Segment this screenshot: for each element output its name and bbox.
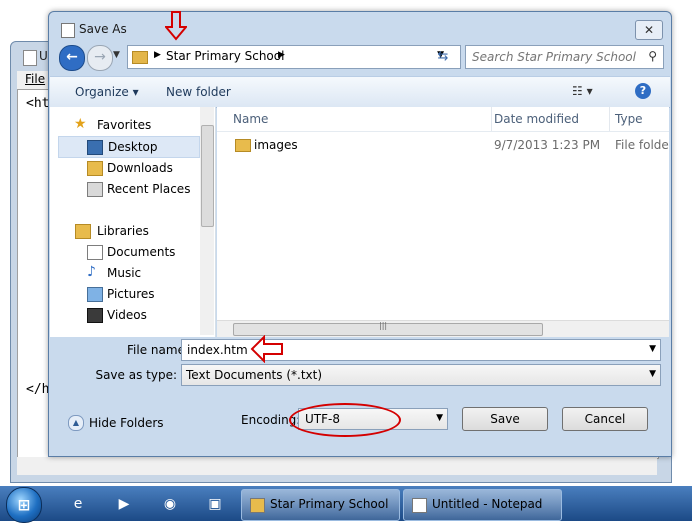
folder-icon bbox=[250, 498, 265, 513]
save-as-type-label: Save as type: bbox=[95, 368, 177, 382]
notepad-icon bbox=[23, 50, 37, 66]
scrollbar-thumb[interactable] bbox=[201, 125, 214, 227]
annotation-arrow-down-icon bbox=[165, 11, 187, 41]
nav-label: Downloads bbox=[107, 161, 173, 175]
command-bar: Organize ▾ New folder ☷ ▾ ? bbox=[50, 76, 670, 108]
search-box[interactable]: ⚲ bbox=[465, 45, 664, 69]
dialog-title: Save As bbox=[79, 22, 127, 36]
chevron-down-icon[interactable]: ▼ bbox=[649, 369, 656, 379]
organize-button[interactable]: Organize ▾ bbox=[75, 85, 139, 99]
libraries-icon bbox=[75, 224, 91, 239]
internet-explorer-icon[interactable]: e bbox=[68, 494, 88, 514]
address-bar[interactable]: ▶ Star Primary School ▶ ▼ bbox=[127, 45, 461, 69]
documents-icon bbox=[87, 245, 103, 260]
nav-videos[interactable]: Videos bbox=[50, 305, 200, 325]
save-as-type-select[interactable]: Text Documents (*.txt) ▼ bbox=[181, 364, 661, 386]
breadcrumb-chevron-icon[interactable]: ▶ bbox=[154, 50, 161, 60]
new-folder-button[interactable]: New folder bbox=[166, 85, 231, 99]
list-item[interactable]: images 9/7/2013 1:23 PM File folder bbox=[217, 135, 669, 155]
nav-label: Documents bbox=[107, 245, 176, 259]
text-line: </h bbox=[26, 382, 50, 397]
nav-label: Libraries bbox=[97, 224, 149, 238]
nav-label: Videos bbox=[107, 308, 147, 322]
task-label: Untitled - Notepad bbox=[432, 497, 543, 511]
scrollbar-grip-icon: ||| bbox=[379, 321, 388, 330]
dialog-icon bbox=[61, 23, 75, 38]
save-as-type-value: Text Documents (*.txt) bbox=[186, 368, 323, 382]
notepad-title: U bbox=[39, 49, 48, 63]
notepad-horizontal-scrollbar[interactable] bbox=[17, 457, 657, 475]
chrome-icon[interactable]: ◉ bbox=[160, 494, 180, 514]
breadcrumb-chevron-icon[interactable]: ▶ bbox=[278, 50, 285, 60]
view-options-icon[interactable]: ☷ ▾ bbox=[572, 84, 593, 98]
music-icon: ♪ bbox=[87, 264, 96, 280]
file-name: images bbox=[254, 138, 298, 152]
nav-label: Desktop bbox=[108, 140, 158, 154]
star-icon: ★ bbox=[74, 116, 87, 132]
file-type: File folder bbox=[615, 138, 669, 152]
breadcrumb-star-primary-school[interactable]: Star Primary School bbox=[166, 49, 284, 63]
file-list-horizontal-scrollbar[interactable]: ||| bbox=[217, 320, 669, 337]
hide-folders-button[interactable]: Hide Folders bbox=[89, 416, 164, 430]
save-as-dialog: Save As ✕ ← → ▼ ▶ Star Primary School ▶ … bbox=[48, 11, 672, 457]
nav-desktop[interactable]: Desktop bbox=[58, 136, 200, 158]
nav-music[interactable]: ♪ Music bbox=[50, 263, 200, 283]
media-player-icon[interactable]: ▶ bbox=[114, 494, 134, 514]
back-arrow-icon[interactable]: ← bbox=[59, 45, 85, 71]
downloads-folder-icon bbox=[87, 161, 103, 176]
save-button[interactable]: Save bbox=[462, 407, 548, 431]
cancel-button[interactable]: Cancel bbox=[562, 407, 648, 431]
text-line: <ht bbox=[26, 96, 50, 111]
generic-app-icon[interactable]: ▣ bbox=[205, 494, 225, 514]
desktop-icon bbox=[87, 140, 103, 155]
nav-documents[interactable]: Documents bbox=[50, 242, 200, 262]
nav-pane-scrollbar[interactable] bbox=[200, 107, 214, 335]
file-name-label: File name: bbox=[127, 343, 189, 357]
recent-pages-chevron-icon[interactable]: ▼ bbox=[113, 50, 120, 60]
folder-icon bbox=[235, 139, 251, 152]
task-label: Star Primary School bbox=[270, 497, 389, 511]
column-header-type[interactable]: Type bbox=[615, 107, 669, 131]
nav-libraries[interactable]: Libraries bbox=[50, 221, 200, 241]
chevron-down-icon[interactable]: ▼ bbox=[649, 344, 656, 354]
annotation-ellipse bbox=[289, 403, 401, 437]
file-date: 9/7/2013 1:23 PM bbox=[494, 138, 601, 152]
column-header-date[interactable]: Date modified bbox=[494, 107, 610, 131]
task-star-primary-school[interactable]: Star Primary School bbox=[241, 489, 400, 521]
notepad-icon bbox=[412, 498, 427, 513]
search-input[interactable] bbox=[470, 48, 642, 66]
taskbar: ⊞ e ▶ ◉ ▣ Star Primary School Untitled -… bbox=[0, 486, 692, 523]
videos-icon bbox=[87, 308, 103, 323]
chevron-down-icon[interactable]: ▼ bbox=[436, 413, 443, 423]
task-untitled-notepad[interactable]: Untitled - Notepad bbox=[403, 489, 562, 521]
help-icon[interactable]: ? bbox=[635, 83, 651, 99]
nav-recent-places[interactable]: Recent Places bbox=[50, 179, 200, 199]
nav-downloads[interactable]: Downloads bbox=[50, 158, 200, 178]
nav-label: Recent Places bbox=[107, 182, 191, 196]
forward-arrow-icon[interactable]: → bbox=[87, 45, 113, 71]
nav-label: Music bbox=[107, 266, 142, 280]
column-header-name[interactable]: Name bbox=[233, 107, 492, 131]
navigation-pane: ★ Favorites Desktop Downloads Recent Pla… bbox=[50, 107, 216, 337]
nav-label: Favorites bbox=[97, 118, 152, 132]
nav-pictures[interactable]: Pictures bbox=[50, 284, 200, 304]
nav-label: Pictures bbox=[107, 287, 155, 301]
search-icon[interactable]: ⚲ bbox=[648, 49, 657, 63]
menu-file[interactable]: File bbox=[25, 72, 45, 86]
folder-icon bbox=[132, 51, 148, 64]
column-header-row: Name Date modified Type bbox=[217, 107, 669, 132]
annotation-arrow-left-icon bbox=[250, 335, 283, 363]
pictures-icon bbox=[87, 287, 103, 302]
refresh-icon[interactable]: ⇆ bbox=[434, 48, 452, 66]
start-button[interactable]: ⊞ bbox=[6, 487, 42, 523]
recent-places-icon bbox=[87, 182, 103, 197]
nav-favorites[interactable]: ★ Favorites bbox=[50, 115, 200, 135]
file-list: Name Date modified Type images 9/7/2013 … bbox=[217, 107, 669, 337]
close-button[interactable]: ✕ bbox=[635, 20, 663, 40]
chevron-up-icon[interactable]: ▲ bbox=[68, 415, 84, 431]
